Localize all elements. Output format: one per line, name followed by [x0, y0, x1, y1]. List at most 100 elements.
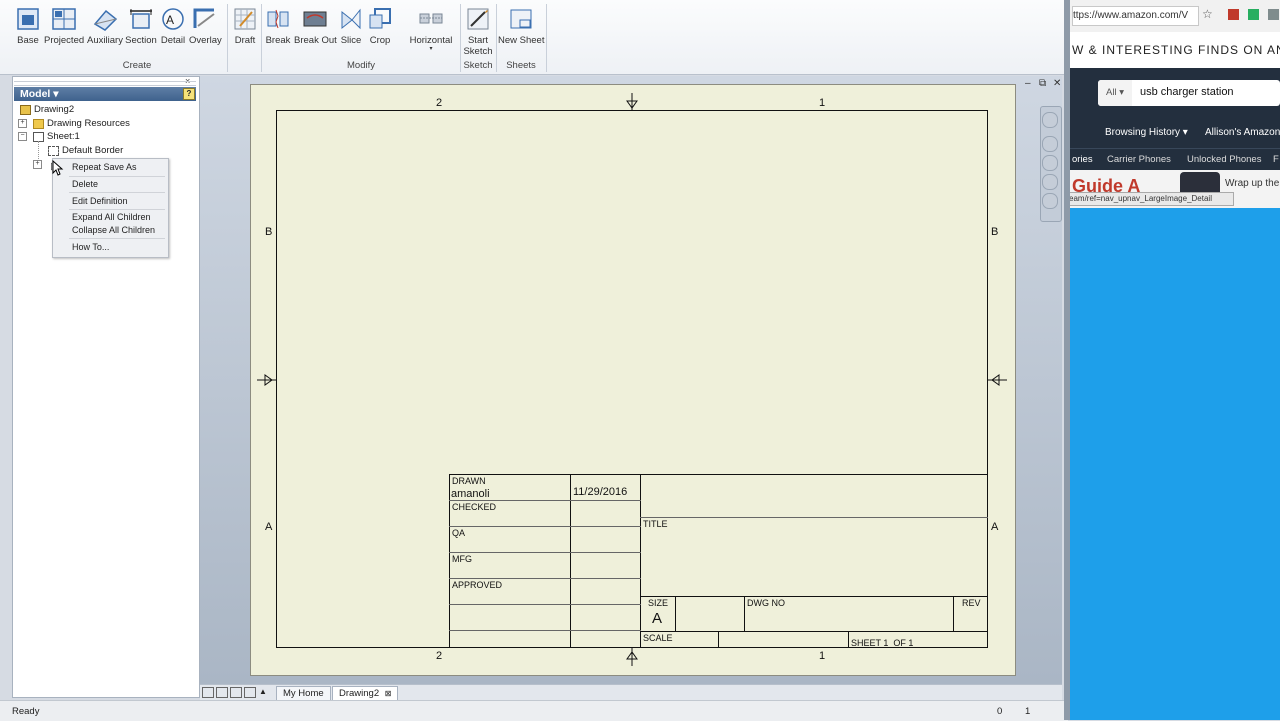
- crop-button[interactable]: Crop: [366, 4, 394, 56]
- close-window-icon[interactable]: ✕: [1053, 78, 1061, 89]
- draft-button[interactable]: Draft: [232, 4, 258, 56]
- break-out-button[interactable]: Break Out: [294, 4, 337, 56]
- slice-button[interactable]: Slice: [338, 4, 364, 56]
- title-block-row-line: [449, 630, 641, 631]
- search-scope-label: All: [1106, 87, 1117, 98]
- section-view-button[interactable]: Section: [125, 4, 157, 56]
- help-icon[interactable]: ?: [183, 88, 195, 100]
- new-sheet-button[interactable]: New Sheet: [498, 4, 544, 56]
- expand-toggle-icon[interactable]: +: [18, 119, 27, 128]
- subnav-item-carrier-phones[interactable]: Carrier Phones: [1107, 154, 1171, 165]
- tree-item-drawing-resources[interactable]: Drawing Resources: [33, 118, 130, 129]
- folder-icon: [33, 118, 44, 129]
- bookmark-star-icon[interactable]: ☆: [1202, 7, 1213, 21]
- base-view-button[interactable]: Base: [14, 4, 42, 56]
- tab-close-icon[interactable]: ⊠: [385, 689, 392, 698]
- browsing-history-menu[interactable]: Browsing History ▾: [1105, 127, 1188, 138]
- crop-label: Crop: [369, 35, 391, 46]
- menu-item-edit-definition[interactable]: Edit Definition: [72, 196, 128, 206]
- title-block-divider: [744, 596, 745, 631]
- restore-window-icon[interactable]: ⧉: [1039, 78, 1046, 89]
- checked-label: CHECKED: [452, 502, 497, 512]
- account-link[interactable]: Allison's Amazon: [1205, 127, 1280, 138]
- zoom-all-icon[interactable]: [1042, 193, 1058, 209]
- pan-icon[interactable]: [1042, 136, 1058, 152]
- tab-drawing2[interactable]: Drawing2 ⊠: [332, 686, 399, 700]
- draft-icon: [232, 6, 258, 32]
- base-view-label: Base: [17, 35, 39, 46]
- open-documents-menu-icon[interactable]: ▲: [258, 687, 268, 696]
- rev-label: REV: [962, 598, 981, 608]
- horizontal-align-icon: [418, 6, 444, 32]
- subnav-item-more[interactable]: F: [1273, 154, 1279, 165]
- centering-mark-bottom-icon: [626, 648, 638, 666]
- status-count-a: 0: [997, 706, 1003, 717]
- zone-label-right-b: B: [991, 226, 999, 238]
- title-block-divider: [718, 631, 719, 648]
- tile-vertical-icon[interactable]: [244, 687, 256, 698]
- amazon-search-input[interactable]: usb charger station: [1140, 86, 1234, 98]
- subnav-item-unlocked-phones[interactable]: Unlocked Phones: [1187, 154, 1261, 165]
- title-block-row-line: [640, 517, 988, 518]
- horizontal-label: Horizontal: [409, 35, 453, 46]
- steering-wheel-icon[interactable]: [1042, 112, 1058, 128]
- amazon-banner-text[interactable]: W & INTERESTING FINDS ON AN: [1072, 43, 1280, 57]
- collapse-toggle-icon[interactable]: −: [18, 132, 27, 141]
- menu-item-how-to[interactable]: How To...: [72, 242, 109, 252]
- tile-horizontal-icon[interactable]: [230, 687, 242, 698]
- menu-item-collapse-all-children[interactable]: Collapse All Children: [72, 225, 155, 235]
- tab-layout-controls: ▲: [202, 687, 274, 698]
- auxiliary-view-button[interactable]: Auxiliary: [86, 4, 124, 56]
- new-sheet-label: New Sheet: [498, 35, 545, 46]
- tab-my-home[interactable]: My Home: [276, 686, 331, 700]
- title-block-row-line: [640, 596, 988, 597]
- tree-item-drawing2[interactable]: Drawing2: [20, 104, 74, 115]
- menu-item-repeat-save-as[interactable]: Repeat Save As: [72, 162, 137, 172]
- tile-windows-icon[interactable]: [202, 687, 214, 698]
- expand-toggle-icon[interactable]: +: [33, 160, 42, 169]
- tree-item-sheet1[interactable]: Sheet:1: [33, 131, 80, 142]
- title-block-row-line: [449, 526, 641, 527]
- tree-item-default-border[interactable]: Default Border: [48, 145, 123, 156]
- model-browser-title[interactable]: Model ▾: [20, 88, 59, 100]
- search-scope-dropdown[interactable]: All ▾: [1098, 80, 1132, 106]
- detail-view-label: Detail: [160, 35, 186, 46]
- start-sketch-button[interactable]: Start Sketch: [462, 4, 494, 57]
- browser-drag-grip[interactable]: [14, 81, 196, 86]
- page-content-area[interactable]: [1068, 208, 1280, 720]
- address-bar[interactable]: ttps://www.amazon.com/V: [1072, 6, 1199, 26]
- overlay-view-button[interactable]: Overlay: [189, 4, 222, 56]
- hero-tagline: Wrap up the: [1225, 178, 1280, 189]
- menu-separator: [69, 238, 165, 239]
- cascade-windows-icon[interactable]: [216, 687, 228, 698]
- title-label: TITLE: [643, 519, 668, 529]
- break-icon: [265, 6, 291, 32]
- context-menu: Repeat Save As Delete Edit Definition Ex…: [52, 158, 169, 258]
- title-block-divider: [953, 596, 954, 631]
- crop-icon: [367, 6, 393, 32]
- detail-view-button[interactable]: A Detail: [159, 4, 187, 56]
- ribbon-separator: [227, 4, 228, 72]
- minimize-window-icon[interactable]: ‒: [1025, 78, 1031, 89]
- zoom-icon[interactable]: [1042, 155, 1058, 171]
- base-view-icon: [15, 6, 41, 32]
- extension-icon[interactable]: [1248, 9, 1259, 20]
- extension-icon[interactable]: [1228, 9, 1239, 20]
- centering-mark-left-icon: [257, 374, 276, 386]
- break-out-label: Break Out: [294, 35, 337, 46]
- projected-view-button[interactable]: Projected: [44, 4, 84, 56]
- sheets-group-label: Sheets: [506, 60, 536, 71]
- subnav-item-accessories[interactable]: ories: [1072, 154, 1093, 165]
- mouse-cursor-icon: [52, 159, 64, 179]
- menu-item-expand-all-children[interactable]: Expand All Children: [72, 212, 151, 222]
- extension-icon[interactable]: [1268, 9, 1279, 20]
- zoom-window-icon[interactable]: [1042, 174, 1058, 190]
- window-edge: [1064, 0, 1070, 720]
- break-button[interactable]: Break: [264, 4, 292, 56]
- menu-separator: [69, 176, 165, 177]
- menu-separator: [69, 192, 165, 193]
- title-block-row-line: [449, 500, 641, 501]
- horizontal-button[interactable]: Horizontal ▾: [406, 4, 456, 56]
- menu-item-delete[interactable]: Delete: [72, 179, 98, 189]
- zone-label-top-2: 2: [436, 97, 443, 109]
